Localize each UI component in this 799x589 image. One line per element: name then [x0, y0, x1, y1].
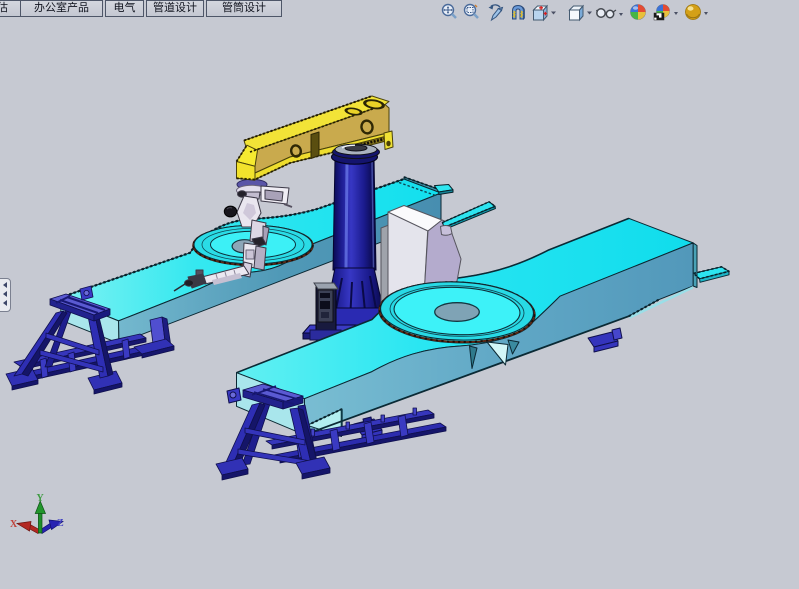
svg-text:Z: Z	[57, 518, 64, 529]
svg-text:Y: Y	[37, 493, 45, 504]
svg-text:X: X	[10, 519, 18, 530]
